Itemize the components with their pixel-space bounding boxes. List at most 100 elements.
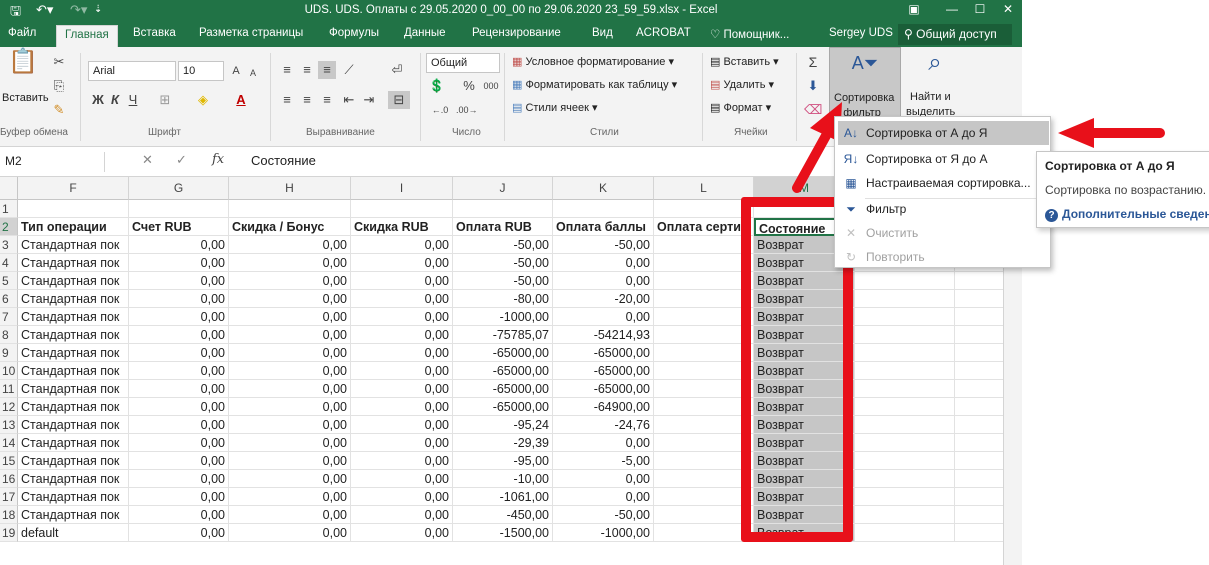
table-cell[interactable]: -64900,00 [553, 398, 654, 416]
name-box[interactable]: M2 [0, 152, 105, 172]
table-cell[interactable] [855, 434, 955, 452]
table-cell[interactable]: 0,00 [351, 452, 453, 470]
table-cell[interactable] [955, 308, 1004, 326]
table-cell[interactable]: Стандартная пок [18, 308, 129, 326]
table-cell[interactable]: Стандартная пок [18, 326, 129, 344]
table-cell[interactable]: -95,00 [453, 452, 553, 470]
decrease-decimal-icon[interactable]: .00→ [456, 101, 478, 119]
table-cell[interactable]: 0,00 [129, 398, 229, 416]
header-cell[interactable]: Оплата RUB [453, 218, 553, 236]
table-cell[interactable]: -65000,00 [453, 380, 553, 398]
table-cell[interactable] [855, 272, 955, 290]
align-bottom-icon[interactable]: ≡ [318, 61, 336, 79]
column-header-h[interactable]: H [229, 177, 351, 200]
table-cell[interactable]: 0,00 [553, 488, 654, 506]
row-header[interactable]: 11 [0, 380, 18, 398]
table-cell[interactable]: 0,00 [351, 326, 453, 344]
table-cell[interactable] [553, 200, 654, 218]
table-cell[interactable]: 0,00 [351, 524, 453, 542]
table-cell[interactable]: -54214,93 [553, 326, 654, 344]
ribbon-display-icon[interactable]: ▣ [900, 2, 928, 20]
table-cell[interactable] [855, 362, 955, 380]
table-cell[interactable]: 0,00 [129, 416, 229, 434]
align-top-icon[interactable]: ≡ [278, 61, 296, 79]
table-cell[interactable]: 0,00 [229, 470, 351, 488]
table-cell[interactable]: 0,00 [351, 362, 453, 380]
table-cell[interactable] [129, 200, 229, 218]
table-cell[interactable] [654, 344, 754, 362]
table-cell[interactable]: -65000,00 [453, 398, 553, 416]
font-size-select[interactable]: 10 [178, 61, 224, 81]
table-cell[interactable]: 0,00 [351, 470, 453, 488]
table-cell[interactable]: -65000,00 [553, 380, 654, 398]
menu-item-sort-desc[interactable]: Я↓ Сортировка от Я до А [838, 147, 1049, 171]
table-cell[interactable]: -1500,00 [453, 524, 553, 542]
paste-icon[interactable]: 📋 [8, 50, 38, 83]
table-cell[interactable] [855, 326, 955, 344]
redo-icon[interactable]: ↷▾ [70, 2, 87, 18]
table-cell[interactable]: 0,00 [229, 524, 351, 542]
orientation-icon[interactable]: ⟋ [340, 61, 358, 79]
table-cell[interactable]: 0,00 [229, 326, 351, 344]
table-cell[interactable]: 0,00 [351, 308, 453, 326]
merge-cells-icon[interactable]: ⊟ [388, 91, 410, 109]
table-cell[interactable]: -65000,00 [553, 362, 654, 380]
header-cell[interactable]: Скидка RUB [351, 218, 453, 236]
table-cell[interactable] [955, 434, 1004, 452]
table-cell[interactable]: 0,00 [129, 434, 229, 452]
table-cell[interactable]: Стандартная пок [18, 254, 129, 272]
italic-button[interactable]: К [108, 91, 122, 109]
table-cell[interactable]: 0,00 [553, 434, 654, 452]
table-cell[interactable]: -5,00 [553, 452, 654, 470]
table-cell[interactable] [654, 362, 754, 380]
table-cell[interactable]: 0,00 [129, 452, 229, 470]
row-header[interactable]: 19 [0, 524, 18, 542]
align-left-icon[interactable]: ≡ [278, 91, 296, 109]
table-cell[interactable]: 0,00 [553, 308, 654, 326]
table-cell[interactable]: -75785,07 [453, 326, 553, 344]
table-cell[interactable]: 0,00 [129, 362, 229, 380]
table-cell[interactable]: -1000,00 [553, 524, 654, 542]
find-select-icon[interactable]: ⌕ [920, 51, 950, 84]
currency-icon[interactable]: 💲 [428, 77, 446, 95]
table-cell[interactable]: -50,00 [453, 254, 553, 272]
table-cell[interactable]: Стандартная пок [18, 488, 129, 506]
font-name-select[interactable]: Arial [88, 61, 176, 81]
table-cell[interactable]: -29,39 [453, 434, 553, 452]
table-cell[interactable] [955, 272, 1004, 290]
table-cell[interactable]: 0,00 [229, 380, 351, 398]
table-cell[interactable]: -50,00 [453, 272, 553, 290]
align-right-icon[interactable]: ≡ [318, 91, 336, 109]
table-cell[interactable] [654, 326, 754, 344]
table-cell[interactable]: 0,00 [229, 344, 351, 362]
column-header-g[interactable]: G [129, 177, 229, 200]
table-cell[interactable]: 0,00 [229, 290, 351, 308]
table-cell[interactable]: 0,00 [229, 272, 351, 290]
table-cell[interactable] [855, 308, 955, 326]
table-cell[interactable]: 0,00 [129, 326, 229, 344]
tab-home[interactable]: Главная [56, 25, 118, 47]
fill-icon[interactable]: ⬇ [804, 77, 822, 95]
bold-button[interactable]: Ж [90, 91, 106, 109]
table-cell[interactable] [955, 326, 1004, 344]
table-cell[interactable]: 0,00 [351, 416, 453, 434]
table-cell[interactable] [955, 344, 1004, 362]
table-cell[interactable] [955, 362, 1004, 380]
table-cell[interactable]: -20,00 [553, 290, 654, 308]
delete-cells-button[interactable]: ▤ Удалить ▾ [710, 78, 774, 91]
table-cell[interactable]: -65000,00 [453, 344, 553, 362]
table-cell[interactable]: 0,00 [229, 236, 351, 254]
table-cell[interactable]: -50,00 [553, 236, 654, 254]
row-header[interactable]: 6 [0, 290, 18, 308]
decrease-indent-icon[interactable]: ⇤ [340, 91, 358, 109]
tab-file[interactable]: Файл [8, 27, 36, 39]
table-cell[interactable] [955, 470, 1004, 488]
table-cell[interactable] [955, 488, 1004, 506]
table-cell[interactable]: 0,00 [351, 434, 453, 452]
table-cell[interactable]: 0,00 [351, 488, 453, 506]
table-cell[interactable]: Стандартная пок [18, 236, 129, 254]
table-cell[interactable]: 0,00 [229, 488, 351, 506]
header-cell[interactable]: Тип операции [18, 218, 129, 236]
table-cell[interactable] [955, 380, 1004, 398]
table-cell[interactable]: 0,00 [351, 344, 453, 362]
